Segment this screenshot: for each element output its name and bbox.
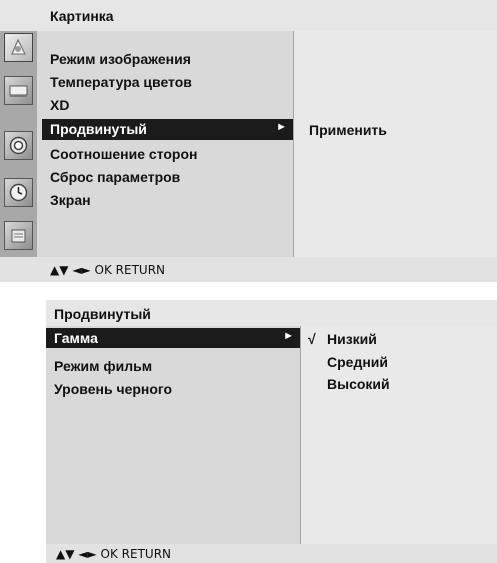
gamma-option-low[interactable]: Низкий [327, 331, 377, 347]
picture-submenu-panel [293, 31, 497, 257]
menu-item-black-level[interactable]: Уровень черного [54, 381, 172, 397]
menu-item-picture-mode[interactable]: Режим изображения [50, 51, 191, 67]
advanced-menu-title-bar: Продвинутый [46, 300, 497, 326]
category-sidebar [0, 31, 37, 257]
apply-option[interactable]: Применить [309, 122, 387, 138]
nav-hint: ▲▼ ◄► OK RETURN [56, 547, 172, 561]
picture-icon[interactable] [4, 33, 33, 62]
check-icon: √ [308, 331, 316, 347]
menu-item-gamma-selected[interactable]: Гамма ► [46, 328, 300, 348]
lock-icon[interactable] [4, 221, 33, 250]
picture-menu-title-bar: Картинка [0, 0, 497, 31]
speaker-icon[interactable] [4, 131, 33, 160]
menu-item-aspect-ratio[interactable]: Соотношение сторон [50, 146, 198, 162]
menu-item-advanced-selected[interactable]: Продвинутый ► [42, 119, 293, 140]
menu-item-gamma-label: Гамма [54, 330, 98, 346]
menu-item-advanced-label: Продвинутый [50, 121, 147, 137]
submenu-arrow-icon: ► [283, 330, 294, 342]
submenu-arrow-icon: ► [276, 121, 287, 133]
menu-item-reset[interactable]: Сброс параметров [50, 169, 180, 185]
advanced-menu-title: Продвинутый [54, 306, 151, 322]
gamma-option-high[interactable]: Высокий [327, 376, 390, 392]
menu-item-film-mode[interactable]: Режим фильм [54, 358, 152, 374]
screen-icon[interactable] [4, 76, 33, 105]
nav-hint: ▲▼ ◄► OK RETURN [50, 263, 166, 277]
gamma-option-medium[interactable]: Средний [327, 354, 388, 370]
menu-item-xd[interactable]: XD [50, 97, 69, 113]
picture-menu-title: Картинка [50, 8, 114, 24]
menu-item-color-temperature[interactable]: Температура цветов [50, 74, 192, 90]
menu-item-screen[interactable]: Зкран [50, 192, 91, 208]
clock-icon[interactable] [4, 178, 33, 207]
advanced-menu-nav-bar: ▲▼ ◄► OK RETURN [46, 544, 497, 563]
picture-menu-nav-bar: ▲▼ ◄► OK RETURN [0, 257, 497, 282]
